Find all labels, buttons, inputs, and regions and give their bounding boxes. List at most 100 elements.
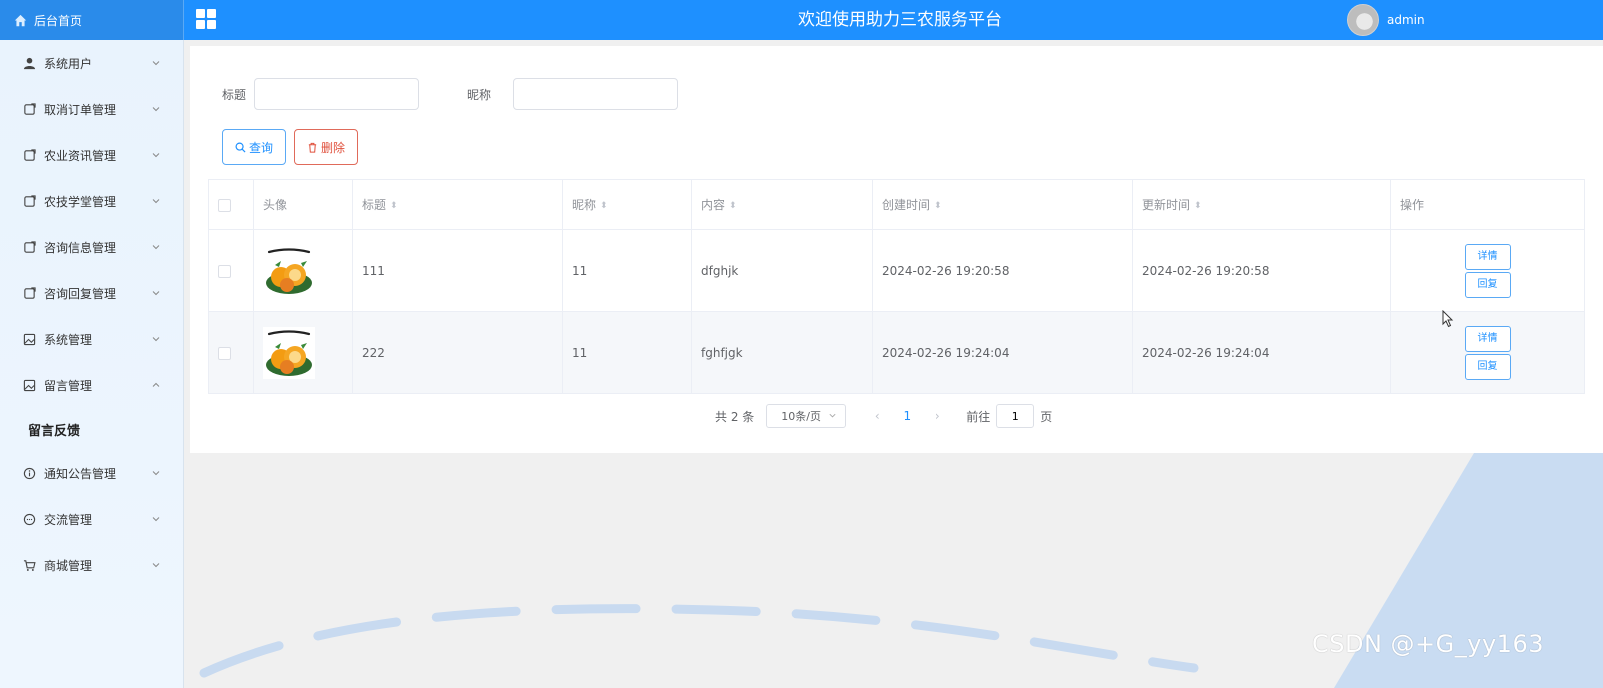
chat-icon	[23, 513, 36, 525]
sort-icon[interactable]: ⬍	[390, 201, 398, 211]
sidebar-item-system-admin[interactable]: 系统管理	[0, 316, 183, 362]
home-link-label: 后台首页	[34, 13, 83, 28]
sidebar-item-label: 商城管理	[44, 558, 93, 573]
column-header-title[interactable]: 标题 ⬍	[352, 179, 563, 230]
chevron-up-icon	[152, 382, 160, 387]
sidebar-subitem-message-feedback[interactable]: 留言反馈	[0, 408, 183, 450]
chevron-down-icon	[152, 245, 160, 250]
orange-product-image	[263, 244, 315, 297]
document-icon	[24, 102, 36, 115]
table-header-row: 头像 标题 ⬍ 昵称 ⬍ 内容 ⬍ 创建时间 ⬍ 更新时间 ⬍ 操作	[208, 179, 1585, 230]
actions-cell: 详情 回复	[1390, 311, 1585, 394]
row-select-cell	[208, 311, 254, 394]
chevron-down-icon	[829, 413, 836, 418]
query-button-label: 查询	[248, 140, 273, 155]
sort-icon[interactable]: ⬍	[729, 201, 737, 211]
total-count: 共 2 条	[715, 409, 755, 424]
content-cell: fghfjgk	[691, 311, 873, 394]
page-title: 欢迎使用助力三农服务平台	[798, 10, 1002, 30]
title-cell: 111	[352, 229, 563, 312]
sidebar-item-cancel-orders[interactable]: 取消订单管理	[0, 86, 183, 132]
column-header-created[interactable]: 创建时间 ⬍	[872, 179, 1133, 230]
chevron-down-icon	[152, 291, 160, 296]
home-link[interactable]: 后台首页	[0, 0, 184, 40]
select-all-checkbox[interactable]	[218, 198, 231, 212]
reply-button[interactable]: 回复	[1464, 271, 1511, 298]
updated-cell: 2024-02-26 19:24:04	[1132, 311, 1391, 394]
sidebar-item-label: 系统用户	[44, 56, 93, 71]
goto-label: 前往	[966, 409, 991, 424]
document-icon	[24, 286, 36, 299]
chevron-down-icon	[152, 337, 160, 342]
next-page-button[interactable]: ›	[922, 409, 952, 423]
sidebar-item-label: 咨询信息管理	[44, 240, 117, 255]
pagination: 共 2 条 10条/页 ‹ 1 › 前往 页	[715, 404, 1052, 428]
select-all-cell	[208, 179, 254, 230]
menu-toggle-icon[interactable]	[196, 9, 216, 29]
created-cell: 2024-02-26 19:24:04	[872, 311, 1133, 394]
delete-button[interactable]: 删除	[294, 129, 358, 165]
column-header-content[interactable]: 内容 ⬍	[691, 179, 873, 230]
sidebar-item-label: 农技学堂管理	[44, 194, 117, 209]
title-cell: 222	[352, 311, 563, 394]
goto-page-input[interactable]	[996, 404, 1035, 428]
query-button[interactable]: 查询	[222, 129, 286, 165]
sidebar-item-label: 咨询回复管理	[44, 286, 117, 301]
detail-button[interactable]: 详情	[1464, 243, 1511, 270]
chevron-down-icon	[152, 107, 160, 112]
mouse-cursor-icon	[1442, 310, 1454, 328]
nickname-filter-label: 昵称	[467, 87, 492, 102]
sidebar-item-system-users[interactable]: 系统用户	[0, 40, 183, 86]
sidebar-item-consult-info[interactable]: 咨询信息管理	[0, 224, 183, 270]
trash-icon	[308, 142, 317, 153]
nickname-cell: 11	[562, 229, 692, 312]
chevron-down-icon	[152, 153, 160, 158]
nickname-filter-input[interactable]	[513, 78, 679, 110]
info-icon	[23, 467, 36, 479]
table-row: 111 11 dfghjk 2024-02-26 19:20:58 2024-0…	[208, 229, 1585, 312]
title-filter-input[interactable]	[254, 78, 420, 110]
cart-icon	[23, 559, 36, 571]
sidebar-item-mall[interactable]: 商城管理	[0, 542, 183, 588]
sidebar-item-communication[interactable]: 交流管理	[0, 496, 183, 542]
user-menu[interactable]: admin	[1347, 2, 1425, 38]
row-checkbox[interactable]	[218, 264, 231, 278]
table-row: 222 11 fghfjgk 2024-02-26 19:24:04 2024-…	[208, 311, 1585, 394]
sidebar: 系统用户 取消订单管理 农业资讯管理 农技学堂管理 咨询信息管理 咨询回复管理 …	[0, 40, 184, 688]
username: admin	[1387, 13, 1425, 27]
sort-icon[interactable]: ⬍	[1194, 201, 1202, 211]
sidebar-item-agri-classroom[interactable]: 农技学堂管理	[0, 178, 183, 224]
sort-icon[interactable]: ⬍	[600, 201, 608, 211]
actions-cell: 详情 回复	[1390, 229, 1585, 312]
sidebar-item-notices[interactable]: 通知公告管理	[0, 450, 183, 496]
row-select-cell	[208, 229, 254, 312]
sidebar-item-consult-reply[interactable]: 咨询回复管理	[0, 270, 183, 316]
avatar-cell	[253, 311, 353, 394]
detail-button[interactable]: 详情	[1464, 325, 1511, 352]
title-filter-label: 标题	[222, 87, 247, 102]
reply-button[interactable]: 回复	[1464, 353, 1511, 380]
page-suffix-label: 页	[1040, 409, 1053, 424]
column-header-nickname[interactable]: 昵称 ⬍	[562, 179, 692, 230]
sidebar-item-label: 系统管理	[44, 332, 93, 347]
picture-icon	[23, 379, 36, 391]
prev-page-button[interactable]: ‹	[862, 409, 892, 423]
action-buttons: 查询 删除	[222, 129, 366, 165]
home-icon	[14, 14, 27, 26]
current-page-button[interactable]: 1	[892, 409, 922, 423]
column-header-updated[interactable]: 更新时间 ⬍	[1132, 179, 1391, 230]
sort-icon[interactable]: ⬍	[934, 201, 942, 211]
nickname-cell: 11	[562, 311, 692, 394]
chevron-down-icon	[152, 563, 160, 568]
page-size-select[interactable]: 10条/页	[766, 404, 847, 428]
sidebar-item-messages[interactable]: 留言管理	[0, 362, 183, 408]
search-icon	[235, 142, 246, 153]
page-size-value: 10条/页	[781, 410, 821, 423]
document-icon	[24, 240, 36, 253]
content-cell: dfghjk	[691, 229, 873, 312]
delete-button-label: 删除	[320, 140, 345, 155]
document-icon	[24, 194, 36, 207]
sidebar-item-agri-news[interactable]: 农业资讯管理	[0, 132, 183, 178]
row-checkbox[interactable]	[218, 346, 231, 360]
sidebar-item-label: 留言管理	[44, 378, 93, 393]
